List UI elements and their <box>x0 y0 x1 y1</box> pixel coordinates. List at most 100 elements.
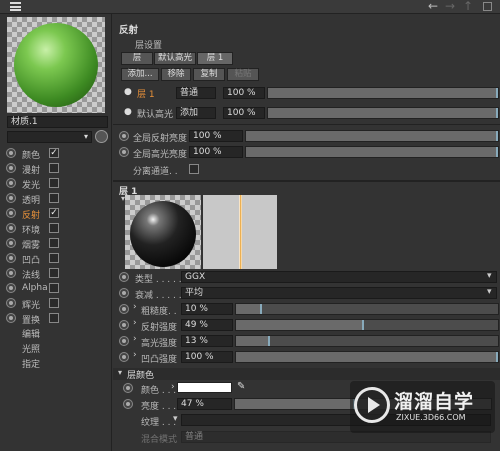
keyframe-radio[interactable] <box>119 352 129 362</box>
eyedropper-icon[interactable]: ✎ <box>237 381 245 392</box>
brightness-field[interactable]: 47 % <box>177 398 232 410</box>
keyframe-radio[interactable] <box>6 283 16 293</box>
channel-checkbox[interactable] <box>49 193 59 203</box>
channel-item[interactable]: 颜色 ✓ <box>6 147 66 161</box>
keyframe-radio[interactable] <box>6 238 16 248</box>
keyframe-radio[interactable] <box>6 223 16 233</box>
channel-checkbox[interactable] <box>49 298 59 308</box>
channel-checkbox[interactable] <box>49 163 59 173</box>
channel-checkbox[interactable] <box>49 238 59 248</box>
param-slider[interactable] <box>235 351 499 363</box>
param-row[interactable]: › 粗糙度. . 10 % <box>119 302 499 317</box>
param-field[interactable]: 100 % <box>181 351 233 363</box>
keyframe-radio[interactable] <box>6 298 16 308</box>
channel-item[interactable]: 环境 <box>6 222 66 236</box>
type-row[interactable]: 类型 . . . . . GGX ▾ <box>119 270 499 285</box>
expand-arrow-icon[interactable]: › <box>133 334 137 344</box>
layer-row[interactable]: ● 默认高光 添加 100 % <box>121 106 499 120</box>
keyframe-radio[interactable] <box>119 304 129 314</box>
new-window-icon[interactable] <box>483 2 492 11</box>
material-name-field[interactable]: 材质.1 <box>7 116 108 128</box>
keyframe-radio[interactable] <box>6 313 16 323</box>
menu-icon[interactable] <box>10 2 21 11</box>
channel-checkbox[interactable] <box>49 283 59 293</box>
tab-layer[interactable]: 层 <box>121 52 153 65</box>
collapse-arrow-icon[interactable]: ▾ <box>118 368 122 377</box>
layer-mode-dropdown[interactable]: 普通 <box>176 87 216 99</box>
channel-checkbox[interactable] <box>49 223 59 233</box>
keyframe-radio[interactable] <box>6 268 16 278</box>
add-button[interactable]: 添加... <box>121 68 159 81</box>
param-field[interactable]: 13 % <box>181 335 233 347</box>
keyframe-radio[interactable] <box>119 131 129 141</box>
channel-item[interactable]: 辉光 <box>6 297 66 311</box>
keyframe-radio[interactable] <box>119 288 129 298</box>
channel-checkbox[interactable]: ✓ <box>49 148 59 158</box>
channel-item[interactable]: 凹凸 <box>6 252 66 266</box>
channel-checkbox[interactable] <box>49 178 59 188</box>
global-reflect-row[interactable]: 全局反射亮度 100 % <box>119 129 499 144</box>
global-spec-field[interactable]: 100 % <box>189 146 243 158</box>
expand-arrow-icon[interactable]: › <box>133 318 137 328</box>
layer-mode-dropdown[interactable]: 添加 <box>176 107 216 119</box>
paste-button[interactable]: 粘贴 <box>227 68 259 81</box>
global-spec-slider[interactable] <box>245 146 499 158</box>
keyframe-radio[interactable] <box>6 163 16 173</box>
keyframe-radio[interactable] <box>119 147 129 157</box>
param-field[interactable]: 10 % <box>181 303 233 315</box>
extra-item[interactable]: 光照 <box>22 342 40 355</box>
layer-value-field[interactable]: 100 % <box>223 87 265 99</box>
channel-checkbox[interactable] <box>49 268 59 278</box>
layer-slider[interactable] <box>267 87 499 99</box>
expand-arrow-icon[interactable]: › <box>171 382 175 392</box>
keyframe-radio[interactable] <box>6 253 16 263</box>
keyframe-radio[interactable] <box>119 336 129 346</box>
expand-arrow-icon[interactable]: › <box>133 350 137 360</box>
global-reflect-slider[interactable] <box>245 130 499 142</box>
eye-icon[interactable]: ● <box>124 107 132 117</box>
param-row[interactable]: › 凹凸强度 100 % <box>119 350 499 365</box>
forward-arrow-icon[interactable]: → <box>445 0 455 13</box>
channel-checkbox[interactable] <box>49 313 59 323</box>
param-field[interactable]: 49 % <box>181 319 233 331</box>
attenuation-dropdown[interactable]: 平均 <box>181 287 497 299</box>
chevron-down-icon[interactable]: ▾ <box>173 414 178 424</box>
keyframe-radio[interactable] <box>119 320 129 330</box>
channel-item[interactable]: 透明 <box>6 192 66 206</box>
keyframe-radio[interactable] <box>6 208 16 218</box>
layer-slider[interactable] <box>267 107 499 119</box>
channel-item[interactable]: 漫射 <box>6 162 66 176</box>
global-reflect-field[interactable]: 100 % <box>189 130 243 142</box>
layer-value-field[interactable]: 100 % <box>223 107 265 119</box>
expand-arrow-icon[interactable]: › <box>133 302 137 312</box>
tab-default-spec[interactable]: 默认高光 <box>154 52 196 65</box>
keyframe-radio[interactable] <box>119 272 129 282</box>
channel-item[interactable]: 烟雾 <box>6 237 66 251</box>
keyframe-radio[interactable] <box>6 178 16 188</box>
separate-pass-row[interactable]: 分离通道. . <box>119 163 319 177</box>
channel-checkbox[interactable]: ✓ <box>49 208 59 218</box>
channel-item[interactable]: 发光 <box>6 177 66 191</box>
copy-button[interactable]: 复制 <box>193 68 225 81</box>
channel-item[interactable]: Alpha <box>6 282 66 295</box>
keyframe-radio[interactable] <box>6 193 16 203</box>
param-row[interactable]: › 高光强度 13 % <box>119 334 499 349</box>
keyframe-radio[interactable] <box>6 148 16 158</box>
extra-item[interactable]: 指定 <box>22 357 40 370</box>
keyframe-radio[interactable] <box>123 383 133 393</box>
param-slider[interactable] <box>235 303 499 315</box>
attenuation-row[interactable]: 衰减 . . . . . 平均 ▾ <box>119 286 499 301</box>
separate-pass-checkbox[interactable] <box>189 164 199 174</box>
param-slider[interactable] <box>235 335 499 347</box>
channel-item[interactable]: 置换 <box>6 312 66 326</box>
global-spec-row[interactable]: 全局高光亮度 100 % <box>119 145 499 160</box>
up-arrow-icon[interactable]: ↑ <box>463 0 473 13</box>
remove-button[interactable]: 移除 <box>161 68 191 81</box>
layer-row[interactable]: ● 层 1 普通 100 % <box>121 86 499 100</box>
param-row[interactable]: › 反射强度 49 % <box>119 318 499 333</box>
type-dropdown[interactable]: GGX <box>181 271 497 283</box>
keyframe-radio[interactable] <box>123 399 133 409</box>
pick-icon[interactable] <box>95 130 108 143</box>
color-swatch[interactable] <box>177 382 232 393</box>
channel-checkbox[interactable] <box>49 253 59 263</box>
